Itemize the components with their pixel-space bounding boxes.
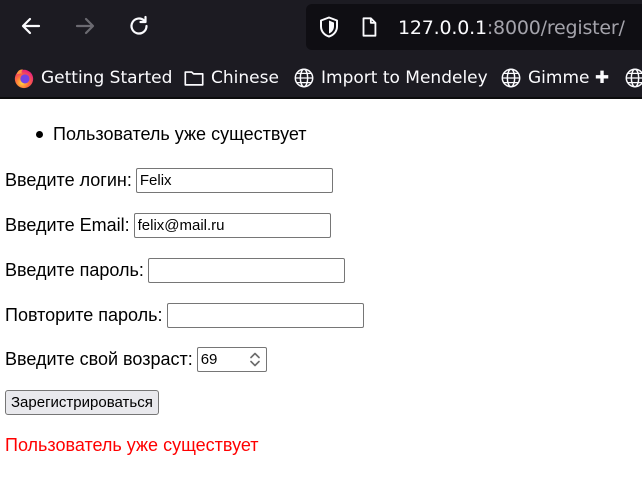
url-text[interactable]: 127.0.0.1:8000/register/ bbox=[398, 16, 625, 40]
email-input[interactable] bbox=[133, 212, 331, 238]
age-number-input[interactable]: 69 bbox=[196, 346, 267, 372]
bookmark-label: Gimme ✚ bbox=[528, 68, 610, 88]
firefox-icon bbox=[14, 69, 34, 89]
bookmark-label: Getting Started bbox=[41, 68, 173, 88]
url-bar[interactable]: 127.0.0.1:8000/register/ bbox=[306, 4, 642, 50]
browser-toolbar: 127.0.0.1:8000/register/ Getting Started bbox=[0, 0, 642, 99]
bookmark-getting-started[interactable]: Getting Started bbox=[13, 60, 172, 96]
back-button[interactable] bbox=[13, 10, 49, 42]
password-repeat-row: Повторите пароль: bbox=[5, 302, 364, 328]
shield-icon[interactable] bbox=[317, 15, 341, 39]
forward-arrow-icon bbox=[75, 17, 95, 35]
register-button[interactable]: Зарегистрироваться bbox=[5, 390, 159, 415]
reload-button[interactable] bbox=[121, 10, 157, 42]
age-label: Введите свой возраст: bbox=[5, 349, 193, 369]
password-repeat-label: Повторите пароль: bbox=[5, 305, 163, 325]
error-list-item: Пользователь уже существует bbox=[36, 124, 307, 144]
bookmarks-bar: Getting Started Chinese Import to Mendel… bbox=[0, 60, 642, 96]
bookmark-overflow[interactable] bbox=[624, 60, 642, 96]
error-message: Пользователь уже существует bbox=[5, 435, 259, 455]
login-input[interactable] bbox=[135, 167, 333, 193]
email-label: Введите Email: bbox=[5, 215, 130, 235]
url-path: :8000/register/ bbox=[486, 17, 625, 39]
bookmark-import-to-mendeley[interactable]: Import to Mendeley bbox=[293, 60, 488, 96]
login-row: Введите логин: bbox=[5, 167, 333, 193]
password-input[interactable] bbox=[147, 257, 345, 283]
age-value: 69 bbox=[200, 350, 218, 368]
forward-button[interactable] bbox=[67, 10, 103, 42]
password-label: Введите пароль: bbox=[5, 260, 144, 280]
folder-icon bbox=[184, 71, 204, 86]
bookmark-gimme[interactable]: Gimme ✚ bbox=[500, 60, 609, 96]
globe-icon bbox=[294, 68, 314, 88]
register-page: Пользователь уже существует Введите логи… bbox=[0, 99, 642, 484]
password-repeat-input[interactable] bbox=[166, 302, 364, 328]
globe-icon bbox=[501, 68, 521, 88]
error-list: Пользователь уже существует bbox=[0, 123, 307, 145]
back-arrow-icon bbox=[21, 17, 41, 35]
login-label: Введите логин: bbox=[5, 170, 132, 190]
globe-icon bbox=[625, 68, 642, 88]
spinner-arrows-icon[interactable] bbox=[247, 350, 263, 369]
reload-icon bbox=[130, 15, 148, 35]
bookmark-label: Chinese bbox=[211, 68, 279, 88]
age-row: Введите свой возраст: 69 bbox=[5, 346, 267, 372]
password-row: Введите пароль: bbox=[5, 257, 345, 283]
url-host: 127.0.0.1 bbox=[398, 17, 487, 39]
bookmark-chinese[interactable]: Chinese bbox=[183, 60, 279, 96]
page-icon[interactable] bbox=[358, 16, 380, 38]
email-row: Введите Email: bbox=[5, 212, 331, 238]
bookmark-label: Import to Mendeley bbox=[321, 68, 488, 88]
